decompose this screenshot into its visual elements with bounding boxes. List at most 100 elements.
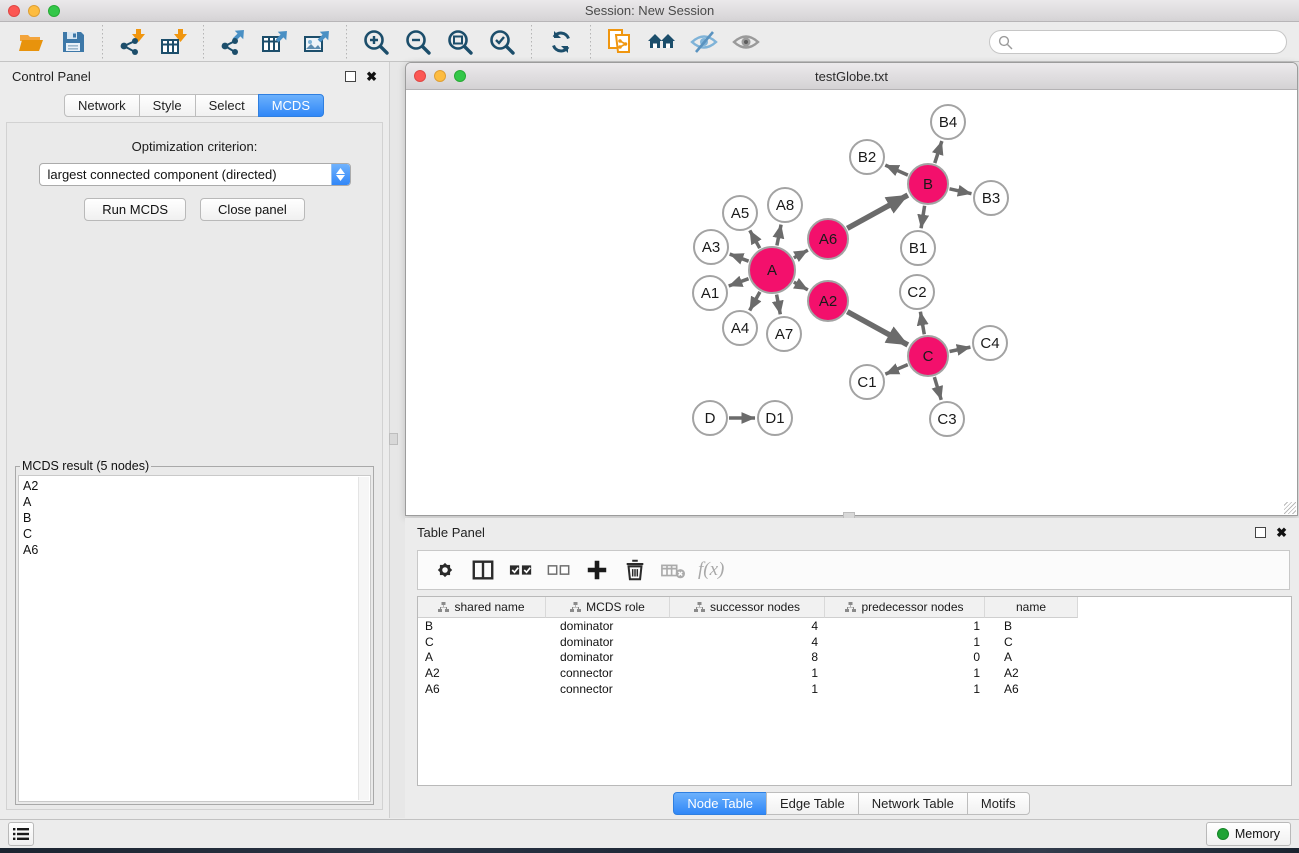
table-cell[interactable]: A — [418, 650, 546, 664]
node-A7[interactable]: A7 — [767, 317, 801, 351]
edge-C-C4[interactable] — [950, 347, 971, 351]
create-column-icon[interactable] — [580, 555, 614, 585]
task-history-button[interactable] — [8, 822, 34, 846]
column-header-name[interactable]: name — [985, 597, 1078, 618]
node-D1[interactable]: D1 — [758, 401, 792, 435]
table-row[interactable]: A2connector11A2 — [418, 665, 1291, 681]
table-cell[interactable]: 1 — [670, 666, 825, 680]
table-cell[interactable]: dominator — [546, 635, 670, 649]
table-cell[interactable]: A — [985, 650, 1078, 664]
float-panel-icon[interactable] — [345, 71, 356, 82]
node-D[interactable]: D — [693, 401, 727, 435]
edge-A-A3[interactable] — [730, 254, 749, 261]
table-cell[interactable]: C — [418, 635, 546, 649]
zoom-out-icon[interactable] — [403, 27, 433, 57]
node-table[interactable]: shared nameMCDS rolesuccessor nodesprede… — [417, 596, 1292, 786]
open-file-icon[interactable] — [16, 27, 46, 57]
table-cell[interactable]: 4 — [670, 635, 825, 649]
export-image-icon[interactable] — [302, 27, 332, 57]
table-row[interactable]: A6connector11A6 — [418, 681, 1291, 697]
memory-button[interactable]: Memory — [1206, 822, 1291, 846]
new-network-from-selection-icon[interactable] — [605, 27, 635, 57]
edge-A-A8[interactable] — [777, 225, 781, 246]
deselect-all-columns-icon[interactable] — [542, 555, 576, 585]
mcds-result-item[interactable]: A — [23, 494, 370, 510]
edge-A-A1[interactable] — [729, 279, 749, 286]
node-A1[interactable]: A1 — [693, 276, 727, 310]
mcds-result-item[interactable]: B — [23, 510, 370, 526]
mcds-result-item[interactable]: A2 — [23, 478, 370, 494]
table-cell[interactable]: 4 — [670, 619, 825, 633]
zoom-in-icon[interactable] — [361, 27, 391, 57]
node-B2[interactable]: B2 — [850, 140, 884, 174]
tab-motifs[interactable]: Motifs — [967, 792, 1030, 815]
edge-B-B2[interactable] — [885, 165, 908, 175]
result-list-scrollbar[interactable] — [358, 477, 369, 800]
node-A2[interactable]: A2 — [808, 281, 848, 321]
mcds-result-item[interactable]: C — [23, 526, 370, 542]
edge-A2-C[interactable] — [847, 312, 908, 345]
node-C4[interactable]: C4 — [973, 326, 1007, 360]
edge-B-B4[interactable] — [935, 141, 942, 163]
table-cell[interactable]: 8 — [670, 650, 825, 664]
mcds-result-item[interactable]: A6 — [23, 542, 370, 558]
node-A8[interactable]: A8 — [768, 188, 802, 222]
edge-C-C2[interactable] — [920, 312, 924, 335]
show-columns-icon[interactable] — [466, 555, 500, 585]
table-row[interactable]: Bdominator41B — [418, 618, 1291, 634]
export-table-icon[interactable] — [260, 27, 290, 57]
column-header-shared-name[interactable]: shared name — [418, 597, 546, 618]
hide-selected-icon[interactable] — [689, 27, 719, 57]
close-table-panel-icon[interactable]: ✖ — [1276, 526, 1287, 539]
node-B[interactable]: B — [908, 164, 948, 204]
edge-C-C1[interactable] — [885, 365, 907, 375]
tab-mcds[interactable]: MCDS — [258, 94, 324, 117]
node-C2[interactable]: C2 — [900, 275, 934, 309]
table-cell[interactable]: 1 — [670, 682, 825, 696]
edge-A-A4[interactable] — [750, 292, 760, 311]
delete-columns-icon[interactable] — [618, 555, 652, 585]
table-cell[interactable]: A2 — [985, 666, 1078, 680]
function-builder-icon[interactable]: f(x) — [698, 559, 724, 581]
tab-edge-table[interactable]: Edge Table — [766, 792, 859, 815]
float-table-panel-icon[interactable] — [1255, 527, 1266, 538]
edge-A-A5[interactable] — [750, 230, 760, 248]
node-B4[interactable]: B4 — [931, 105, 965, 139]
vertical-splitter-grip[interactable] — [389, 433, 398, 445]
window-resize-grip[interactable] — [1284, 502, 1296, 514]
edge-B-B3[interactable] — [949, 189, 971, 194]
save-session-icon[interactable] — [58, 27, 88, 57]
close-panel-button[interactable]: Close panel — [200, 198, 305, 221]
edge-A6-B[interactable] — [847, 195, 908, 228]
table-cell[interactable]: 1 — [825, 666, 985, 680]
table-options-gear-icon[interactable] — [428, 555, 462, 585]
table-cell[interactable]: A2 — [418, 666, 546, 680]
export-network-icon[interactable] — [218, 27, 248, 57]
edge-A-A7[interactable] — [777, 295, 781, 315]
node-A4[interactable]: A4 — [723, 311, 757, 345]
table-cell[interactable]: A6 — [985, 682, 1078, 696]
import-table-icon[interactable] — [159, 27, 189, 57]
tab-style[interactable]: Style — [139, 94, 196, 117]
edge-C-C3[interactable] — [934, 377, 941, 400]
table-cell[interactable]: 1 — [825, 635, 985, 649]
table-cell[interactable]: 0 — [825, 650, 985, 664]
zoom-selected-icon[interactable] — [487, 27, 517, 57]
destroy-table-icon[interactable] — [656, 555, 690, 585]
node-C1[interactable]: C1 — [850, 365, 884, 399]
table-cell[interactable]: dominator — [546, 650, 670, 664]
table-row[interactable]: Adominator80A — [418, 650, 1291, 666]
tab-network[interactable]: Network — [64, 94, 140, 117]
node-B1[interactable]: B1 — [901, 231, 935, 265]
table-row[interactable]: Cdominator41C — [418, 634, 1291, 650]
criterion-dropdown[interactable]: largest connected component (directed) — [39, 163, 351, 186]
node-A[interactable]: A — [749, 247, 795, 293]
mcds-result-list[interactable]: A2ABCA6 — [18, 475, 371, 802]
search-input[interactable] — [989, 30, 1287, 54]
column-header-mcds-role[interactable]: MCDS role — [546, 597, 670, 618]
tab-select[interactable]: Select — [195, 94, 259, 117]
edge-A-A6[interactable] — [794, 250, 808, 258]
column-header-predecessor-nodes[interactable]: predecessor nodes — [825, 597, 985, 618]
import-network-icon[interactable] — [117, 27, 147, 57]
close-panel-icon[interactable]: ✖ — [366, 70, 377, 83]
